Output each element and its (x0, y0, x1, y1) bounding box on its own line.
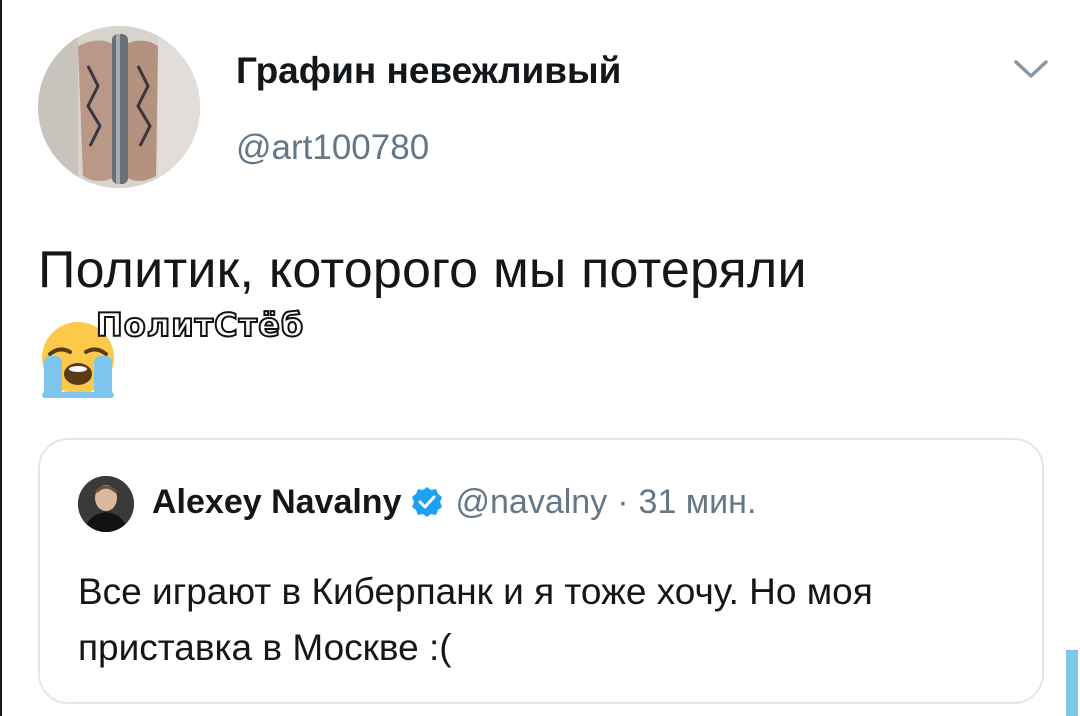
quoted-tweet-card[interactable]: Alexey Navalny @navalny · 31 мин. Все иг… (38, 438, 1044, 704)
quoted-author-handle[interactable]: @navalny (456, 483, 608, 522)
avatar-image (38, 26, 200, 188)
chevron-down-icon[interactable] (1010, 54, 1052, 82)
verified-badge-icon (410, 485, 444, 519)
quoted-avatar-image (78, 476, 134, 532)
window-edge (0, 0, 2, 716)
quoted-tweet-header: Alexey Navalny @navalny · 31 мин. (152, 480, 756, 524)
quoted-author-name[interactable]: Alexey Navalny (152, 483, 402, 522)
author-display-name[interactable]: Графин невежливый (236, 50, 621, 92)
scrollbar-accent (1066, 650, 1078, 716)
author-handle[interactable]: @art100780 (236, 128, 429, 168)
meta-separator: · (617, 482, 629, 521)
watermark-logo: ПолитСтёб (95, 305, 305, 345)
author-avatar[interactable] (38, 26, 200, 188)
quoted-tweet-text: Все играют в Киберпанк и я тоже хочу. Но… (78, 571, 873, 668)
tweet-text: Политик, которого мы потеряли (38, 241, 807, 299)
quoted-author-avatar[interactable] (78, 476, 134, 532)
quoted-tweet-timestamp[interactable]: 31 мин. (639, 483, 757, 522)
